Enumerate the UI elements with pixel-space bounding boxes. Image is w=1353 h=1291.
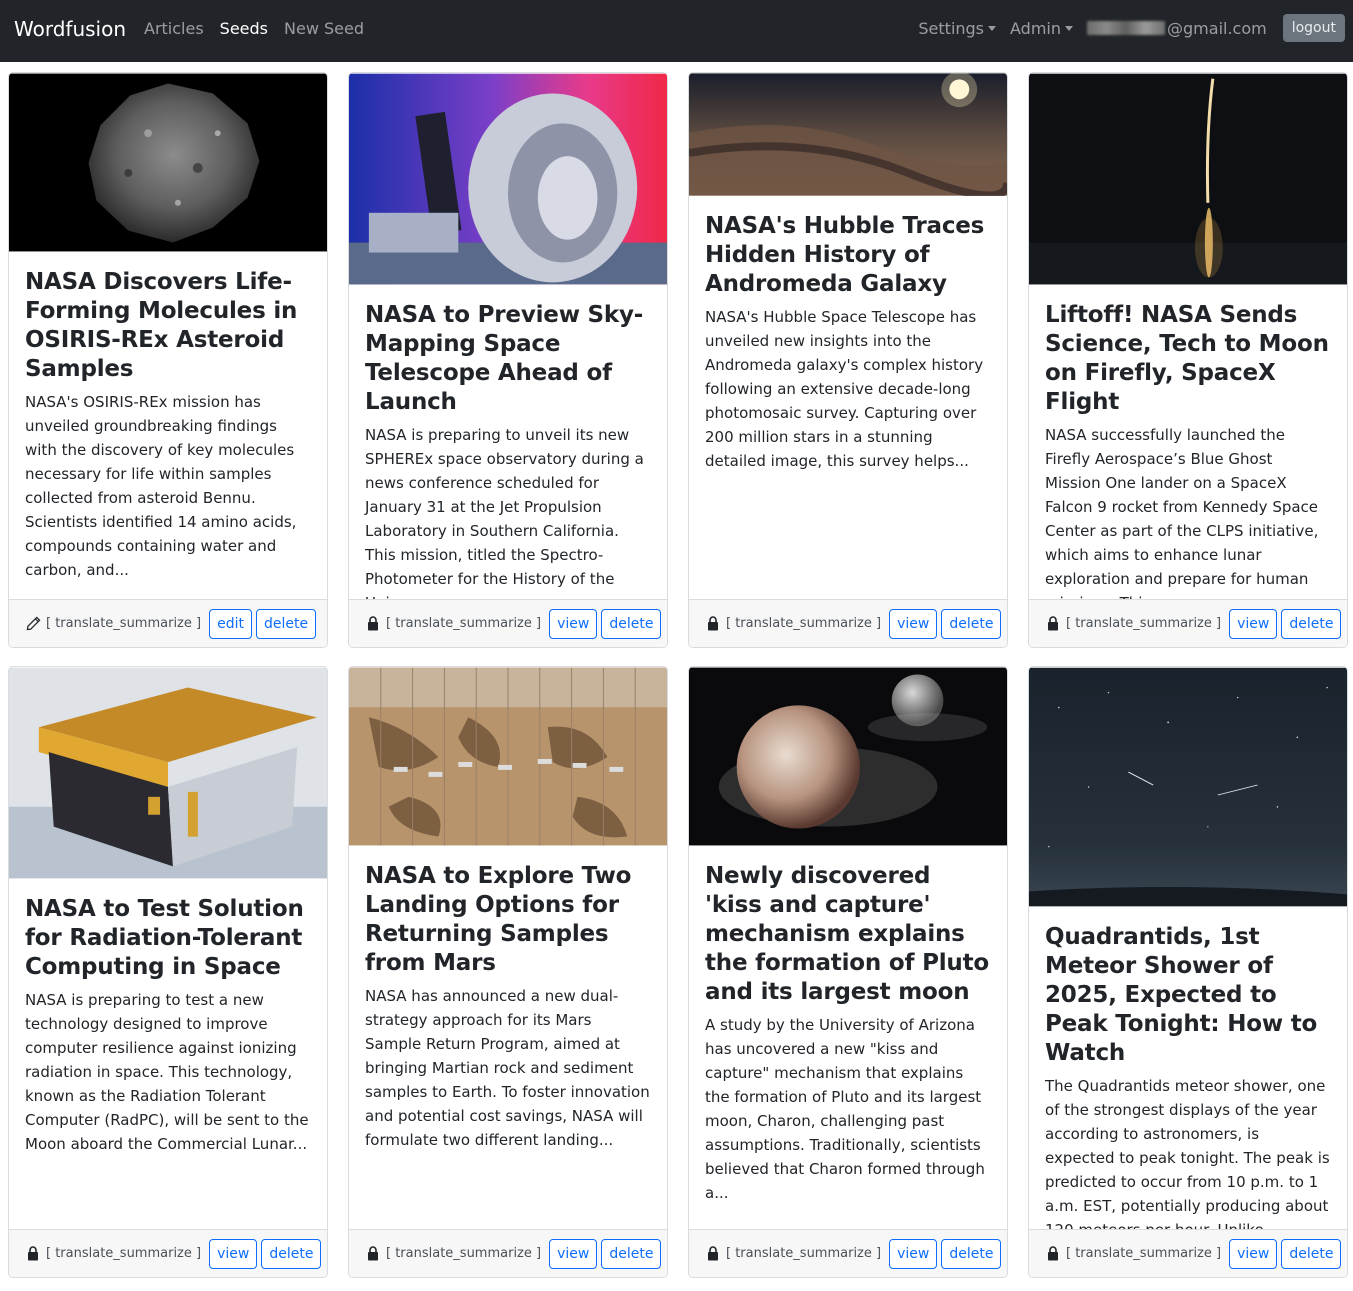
view-button[interactable]: view — [1229, 1238, 1278, 1269]
card-footer: [ translate_summarize ] view delete — [689, 599, 1007, 647]
card-footer: [ translate_summarize ] view delete — [9, 1229, 327, 1277]
card-footer: [ translate_summarize ] view delete — [689, 1229, 1007, 1277]
delete-button[interactable]: delete — [941, 1238, 1002, 1269]
nav-new-seed[interactable]: New Seed — [284, 19, 364, 38]
user-nav: Settings Admin @gmail.com logout — [918, 14, 1345, 42]
card-footer: [ translate_summarize ] edit delete — [9, 599, 327, 647]
view-button[interactable]: view — [549, 1238, 598, 1269]
task-label: [ translate_summarize ] — [46, 616, 202, 631]
seed-card: NASA Discovers Life-Forming Molecules in… — [8, 72, 328, 648]
redacted-email-blur — [1087, 21, 1166, 35]
seed-card: Quadrantids, 1st Meteor Shower of 2025, … — [1028, 666, 1348, 1278]
seed-card: Liftoff! NASA Sends Science, Tech to Moo… — [1028, 72, 1348, 648]
task-label: [ translate_summarize ] — [386, 1246, 542, 1261]
settings-dropdown[interactable]: Settings — [918, 18, 997, 38]
view-button[interactable]: view — [549, 608, 598, 639]
card-title: Liftoff! NASA Sends Science, Tech to Moo… — [1045, 302, 1329, 415]
pluto-charon-image — [689, 667, 1007, 846]
logout-button[interactable]: logout — [1282, 14, 1345, 42]
card-text: NASA successfully launched the Firefly A… — [1045, 426, 1319, 612]
lock-icon — [1045, 616, 1061, 632]
card-title: NASA to Preview Sky-Mapping Space Telesc… — [365, 302, 644, 415]
view-button[interactable]: view — [1229, 608, 1278, 639]
nav-seeds[interactable]: Seeds — [220, 19, 268, 38]
view-button[interactable]: view — [209, 1238, 258, 1269]
card-text: NASA's OSIRIS-REx mission has unveiled g… — [25, 393, 297, 579]
card-title: NASA's Hubble Traces Hidden History of A… — [705, 213, 985, 297]
card-title: NASA to Explore Two Landing Options for … — [365, 863, 632, 976]
lock-icon — [1045, 1246, 1061, 1262]
card-footer: [ translate_summarize ] view delete — [1029, 599, 1347, 647]
delete-button[interactable]: delete — [261, 1238, 322, 1269]
brand-logo[interactable]: Wordfusion — [14, 17, 126, 41]
seed-card: NASA to Explore Two Landing Options for … — [348, 666, 668, 1278]
lock-icon — [705, 616, 721, 632]
meteor-shower-image — [1029, 667, 1347, 907]
galaxy-image — [689, 73, 1007, 196]
card-footer: [ translate_summarize ] view delete — [1029, 1229, 1347, 1277]
chevron-down-icon — [1065, 25, 1074, 31]
admin-label: Admin — [1010, 18, 1062, 38]
card-text: NASA is preparing to unveil its new SPHE… — [365, 426, 644, 612]
settings-label: Settings — [918, 18, 985, 38]
top-navbar: Wordfusion Articles Seeds New Seed Setti… — [0, 0, 1353, 62]
card-title: NASA Discovers Life-Forming Molecules in… — [25, 269, 298, 382]
seed-card: NASA's Hubble Traces Hidden History of A… — [688, 72, 1008, 648]
view-button[interactable]: view — [889, 1238, 938, 1269]
delete-button[interactable]: delete — [941, 608, 1002, 639]
edit-button[interactable]: edit — [209, 608, 252, 639]
card-footer: [ translate_summarize ] view delete — [349, 1229, 667, 1277]
seed-card: NASA to Preview Sky-Mapping Space Telesc… — [348, 72, 668, 648]
mars-samples-image — [349, 667, 667, 846]
task-label: [ translate_summarize ] — [726, 616, 882, 631]
nav-articles[interactable]: Articles — [144, 19, 204, 38]
card-title: NASA to Test Solution for Radiation-Tole… — [25, 896, 304, 980]
card-text: NASA has announced a new dual-strategy a… — [365, 987, 650, 1149]
card-title: Newly discovered 'kiss and capture' mech… — [705, 863, 989, 1005]
email-suffix: @gmail.com — [1167, 18, 1267, 38]
card-title: Quadrantids, 1st Meteor Shower of 2025, … — [1045, 924, 1318, 1066]
rocket-launch-image — [1029, 73, 1347, 285]
admin-dropdown[interactable]: Admin — [1010, 18, 1074, 38]
task-label: [ translate_summarize ] — [1066, 1246, 1222, 1261]
delete-button[interactable]: delete — [601, 1238, 662, 1269]
card-text: NASA is preparing to test a new technolo… — [25, 991, 309, 1153]
delete-button[interactable]: delete — [601, 608, 662, 639]
lock-icon — [365, 616, 381, 632]
delete-button[interactable]: delete — [255, 608, 317, 639]
seed-card: NASA to Test Solution for Radiation-Tole… — [8, 666, 328, 1278]
card-footer: [ translate_summarize ] view delete — [349, 599, 667, 647]
asteroid-image — [9, 73, 327, 252]
view-button[interactable]: view — [889, 608, 938, 639]
task-label: [ translate_summarize ] — [1066, 616, 1222, 631]
chevron-down-icon — [988, 25, 997, 31]
delete-button[interactable]: delete — [1281, 1238, 1342, 1269]
task-label: [ translate_summarize ] — [46, 1246, 202, 1261]
pencil-icon — [25, 616, 41, 632]
lock-icon — [25, 1246, 41, 1262]
telescope-image — [349, 73, 667, 285]
delete-button[interactable]: delete — [1281, 608, 1342, 639]
task-label: [ translate_summarize ] — [386, 616, 542, 631]
user-email: @gmail.com — [1087, 19, 1267, 38]
lock-icon — [365, 1246, 381, 1262]
card-text: A study by the University of Arizona has… — [705, 1016, 985, 1202]
main-nav: Articles Seeds New Seed — [144, 19, 364, 38]
card-text: The Quadrantids meteor shower, one of th… — [1045, 1077, 1330, 1239]
lock-icon — [705, 1246, 721, 1262]
seed-card: Newly discovered 'kiss and capture' mech… — [688, 666, 1008, 1278]
task-label: [ translate_summarize ] — [726, 1246, 882, 1261]
card-text: NASA's Hubble Space Telescope has unveil… — [705, 308, 984, 470]
radpc-hardware-image — [9, 667, 327, 879]
